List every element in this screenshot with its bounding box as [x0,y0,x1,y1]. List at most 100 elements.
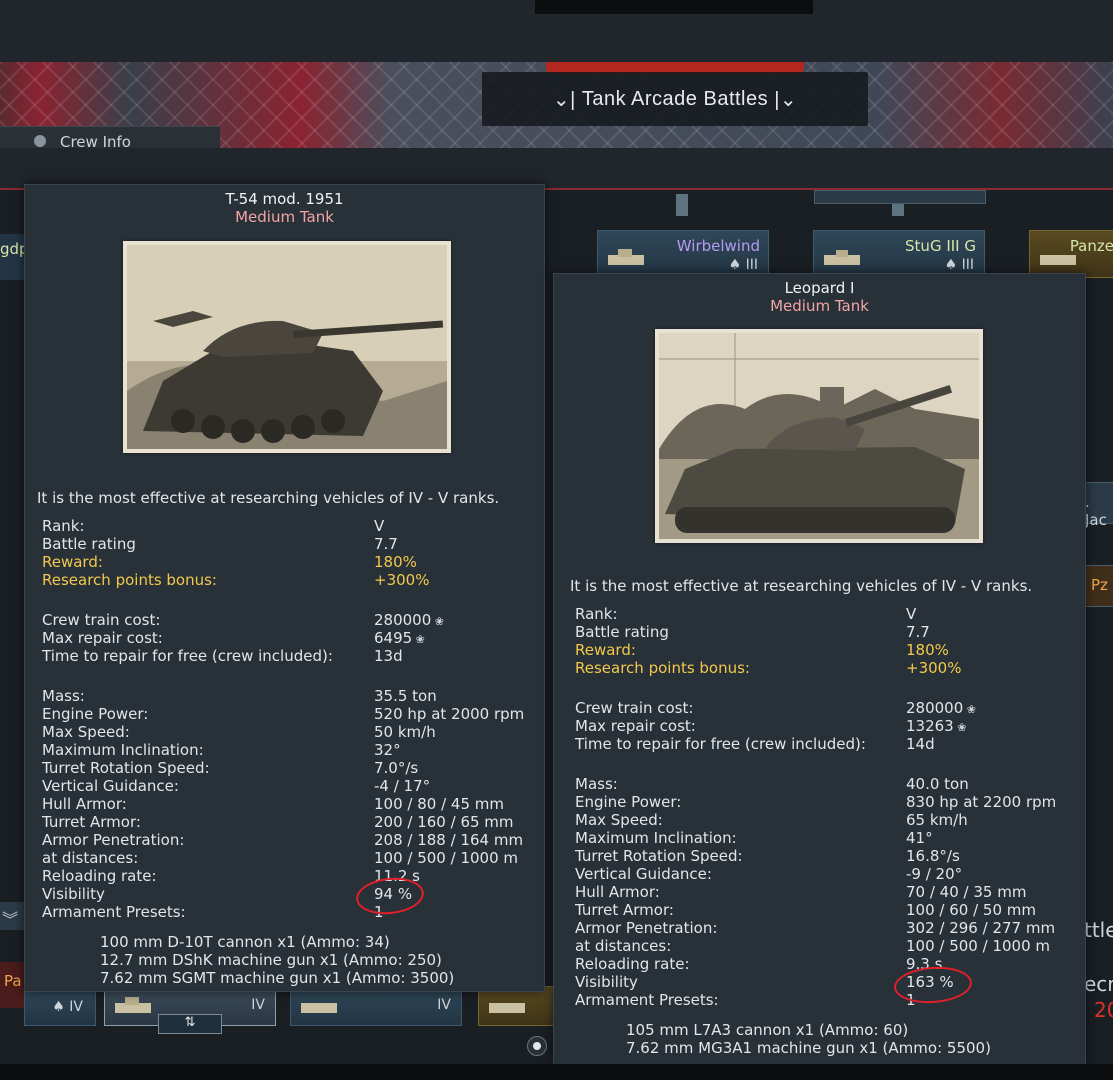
tank-icon [489,1003,525,1013]
stat-label: Research points bonus: [575,659,750,677]
stat-value: 6495 ❀ [374,629,425,647]
stat-label: Vertical Guidance: [575,865,712,883]
stat-label: Crew train cost: [575,699,694,717]
stat-label: Armament Presets: [42,903,186,921]
vehicle-rank: ♠ III [728,257,758,273]
vehicle-photo [655,329,983,543]
stat-value: -4 / 17° [374,777,431,795]
stat-label: Engine Power: [575,793,682,811]
vehicle-card-bottom-left[interactable]: Pa [0,962,24,1008]
vehicle-card-right[interactable]: Pz [1084,565,1113,607]
top-bar [0,0,1113,62]
armament-item: 7.62 mm MG3A1 machine gun x1 (Ammo: 5500… [626,1039,991,1057]
stat-label: Rank: [42,517,85,535]
stat-label: Turret Armor: [42,813,141,831]
stat-label: Max repair cost: [42,629,163,647]
stat-value: 520 hp at 2000 rpm [374,705,525,723]
stat-value: 180% [906,641,949,659]
scroll-arrow[interactable]: ︾ [0,902,24,930]
stat-value: 100 / 80 / 45 mm [374,795,504,813]
stat-label: Turret Rotation Speed: [42,759,210,777]
stat-label: Maximum Inclination: [42,741,204,759]
stat-value: 7.0°/s [374,759,419,777]
stat-label: Crew train cost: [42,611,161,629]
stat-label: Armor Penetration: [42,831,185,849]
vehicle-card-left[interactable]: gdp [0,234,29,280]
stat-value: 14d [906,735,935,753]
stat-value: +300% [906,659,962,677]
stat-label: Rank: [575,605,618,623]
stat-value: 200 / 160 / 65 mm [374,813,514,831]
stat-label: Battle rating [575,623,669,641]
research-effectiveness-text: It is the most effective at researching … [37,489,500,507]
stat-label: Reloading rate: [42,867,157,885]
stat-label: Mass: [42,687,85,705]
vehicle-card-wirbelwind[interactable]: Wirbelwind ♠ III [597,230,769,278]
vehicle-name: StuG III G [905,237,976,255]
stat-label: Research points bonus: [42,571,217,589]
stat-value: +300% [374,571,430,589]
armament-item: 100 mm D-10T cannon x1 (Ammo: 34) [100,933,390,951]
silver-lions-icon: ❀ [431,615,444,628]
stat-label: Visibility [42,885,105,903]
stat-value: 7.7 [906,623,930,641]
stat-label: Engine Power: [42,705,149,723]
silver-lions-icon: ❀ [412,633,425,646]
crew-icon [34,135,46,147]
stat-value: 13d [374,647,403,665]
tank-icon [115,997,151,1013]
tree-card-partial[interactable] [814,190,986,204]
page-indicator[interactable] [527,1036,547,1056]
crew-info-tab[interactable]: Crew Info [0,126,220,151]
vehicle-name: Wirbelwind [676,237,760,255]
side-label: ttles [1084,918,1113,942]
tank-icon [608,249,644,265]
stat-value: V [906,605,917,623]
side-label: ecr [1084,972,1113,996]
side-label: 20 [1094,998,1113,1022]
tank-photo-graphic [127,245,447,449]
vehicle-card-bottom[interactable] [478,986,556,1026]
silver-lions-icon: ❀ [953,721,967,734]
stat-label: Reward: [42,553,103,571]
game-mode-selector[interactable]: ⌄| Tank Arcade Battles |⌄ [482,72,868,126]
stat-label: Time to repair for free (crew included): [575,735,866,753]
vehicle-tooltip-t54: T-54 mod. 1951 Medium Tank It is the mos… [24,184,545,992]
vehicle-card-bottom[interactable]: ♠ IV [24,988,96,1026]
tree-arrow [892,204,904,216]
stat-label: Turret Rotation Speed: [575,847,743,865]
stat-value: 41° [906,829,933,847]
mode-right-chevron-icon[interactable]: |⌄ [768,87,797,112]
stat-label: Vertical Guidance: [42,777,179,795]
vehicle-card-bottom[interactable]: IV [290,986,462,1026]
stat-label: at distances: [42,849,139,867]
stat-value: 13263 ❀ [906,717,967,735]
tree-arrow [676,194,688,216]
vehicle-class: Medium Tank [235,208,334,226]
vehicle-photo [123,241,451,453]
stat-label: Maximum Inclination: [575,829,737,847]
bottom-bar [0,1064,1113,1080]
stat-value: 280000 ❀ [906,699,976,717]
vehicle-rank: ♠ III [944,257,974,273]
stat-label: Mass: [575,775,618,793]
stat-value: 208 / 188 / 164 mm [374,831,524,849]
stat-value: 16.8°/s [906,847,960,865]
armament-item: 7.62 mm SGMT machine gun x1 (Ammo: 3500) [100,969,455,987]
tank-icon [301,1003,337,1013]
stat-value: 32° [374,741,401,759]
vehicle-card-stug[interactable]: StuG III G ♠ III [813,230,985,278]
stat-value: 65 km/h [906,811,968,829]
stat-value: 830 hp at 2200 rpm [906,793,1057,811]
swap-button[interactable]: ⇅ [158,1014,222,1034]
mode-left-chevron-icon[interactable]: ⌄| [553,87,582,112]
stat-label: Max Speed: [575,811,663,829]
vehicle-card-right[interactable]: . Jac [1084,482,1113,529]
stat-value: 100 / 60 / 50 mm [906,901,1036,919]
stat-value: 100 / 500 / 1000 m [906,937,1050,955]
stat-value: 35.5 ton [374,687,437,705]
stat-label: Max repair cost: [575,717,696,735]
vehicle-card-panzer[interactable]: Panze [1029,230,1113,278]
research-effectiveness-text: It is the most effective at researching … [570,577,1033,595]
game-mode-label: Tank Arcade Battles [581,87,769,110]
